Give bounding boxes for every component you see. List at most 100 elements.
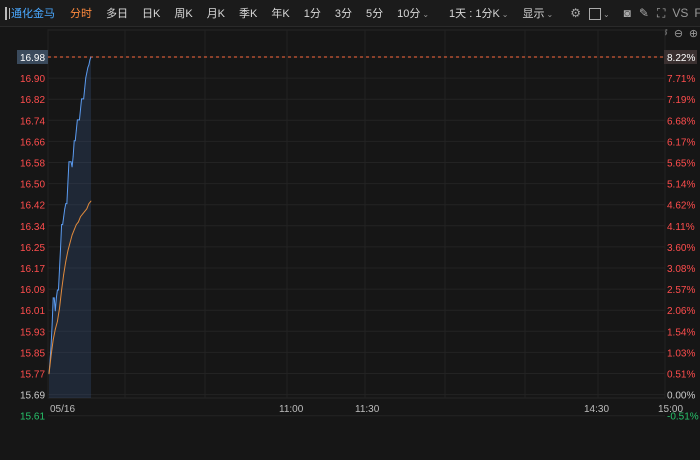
price-point xyxy=(70,161,72,163)
average-point xyxy=(71,234,73,236)
average-point xyxy=(75,224,77,225)
average-point xyxy=(59,307,60,309)
percent-tick-label: 0.00% xyxy=(667,391,695,402)
price-point xyxy=(79,119,80,121)
average-point xyxy=(57,321,58,322)
price-tick-label: 16.58 xyxy=(20,159,45,170)
price-point xyxy=(82,98,83,100)
price-tick-label: 15.61 xyxy=(20,412,45,423)
price-point xyxy=(51,323,53,325)
display-dropdown[interactable]: 显示 ⌄ xyxy=(516,5,561,21)
price-point xyxy=(54,310,56,312)
f10-button[interactable]: F10 xyxy=(691,6,700,20)
tab-yearly-k[interactable]: 年K xyxy=(264,5,296,21)
price-point xyxy=(78,119,79,121)
percent-tick-label: 5.14% xyxy=(667,180,695,191)
price-tick-label: 16.50 xyxy=(20,180,45,191)
percent-tick-label: 4.11% xyxy=(667,222,695,233)
price-point xyxy=(74,140,76,142)
intraday-chart[interactable]: 16.98 8.22% 16.90 7.71% 16.82 7.19% 16.74 6.68%… xyxy=(0,28,700,458)
price-tick-label: 15.77 xyxy=(20,370,45,381)
tab-daily-k[interactable]: 日K xyxy=(135,5,167,21)
layout-select[interactable]: ⌄ xyxy=(585,6,614,20)
percent-tick-label: 5.65% xyxy=(667,159,695,170)
average-point xyxy=(63,273,65,275)
percent-tick-label: 0.51% xyxy=(667,370,695,381)
camera-icon[interactable]: ◙ xyxy=(620,6,635,20)
price-tick-label: 16.17 xyxy=(20,264,45,275)
percent-tick-label: 6.68% xyxy=(667,116,695,127)
chevron-down-icon: ⌄ xyxy=(546,10,554,19)
price-point xyxy=(80,108,81,110)
price-point xyxy=(55,297,57,299)
price-point xyxy=(60,247,61,249)
average-point xyxy=(86,208,88,210)
tab-5min[interactable]: 5分 xyxy=(359,5,390,21)
price-tick-label: 16.90 xyxy=(20,74,45,85)
average-point xyxy=(88,203,90,205)
price-tick-label: 16.09 xyxy=(20,285,45,296)
average-point xyxy=(65,260,67,262)
average-point xyxy=(48,373,50,375)
panel-toggle-icon[interactable] xyxy=(5,6,10,20)
period-select-label: 1天 : 1分K xyxy=(449,8,500,20)
percent-tick-label: 4.62% xyxy=(667,201,695,212)
percent-tick-label: 7.19% xyxy=(667,95,695,106)
price-point xyxy=(62,224,64,225)
price-tick-label: 16.42 xyxy=(20,201,45,212)
percent-tick-label: 1.03% xyxy=(667,348,695,359)
average-point xyxy=(82,213,83,215)
tab-1min[interactable]: 1分 xyxy=(297,5,328,21)
chevron-down-icon: ⌄ xyxy=(602,10,610,19)
average-point xyxy=(84,211,86,212)
tab-3min[interactable]: 3分 xyxy=(328,5,359,21)
percent-tick-label: 2.57% xyxy=(667,285,695,296)
tab-monthly-k[interactable]: 月K xyxy=(200,5,232,21)
price-point xyxy=(87,67,89,68)
price-point xyxy=(83,98,85,100)
tab-intraday[interactable]: 分时 xyxy=(63,5,99,21)
price-point xyxy=(66,203,68,205)
square-icon xyxy=(588,7,601,20)
price-tick-label: 16.25 xyxy=(20,243,45,254)
tab-10min-dropdown[interactable]: 10分 ⌄ xyxy=(390,5,436,21)
tab-multi-day[interactable]: 多日 xyxy=(99,5,135,21)
price-point xyxy=(73,140,75,142)
draw-pen-icon[interactable]: ✎ xyxy=(635,6,653,20)
price-point xyxy=(59,268,60,270)
price-point xyxy=(67,182,69,184)
price-point xyxy=(57,289,58,291)
average-point xyxy=(61,289,62,291)
current-price-label: 16.98 xyxy=(20,53,45,64)
period-select[interactable]: 1天 : 1分K ⌄ xyxy=(442,5,515,21)
price-point xyxy=(58,289,59,291)
vs-compare-button[interactable]: VS xyxy=(669,6,691,20)
stock-name-button[interactable]: 通化金马 xyxy=(7,5,63,21)
average-point xyxy=(50,355,52,356)
tab-10min-label: 10分 xyxy=(397,8,421,20)
price-point xyxy=(53,297,55,299)
price-point xyxy=(89,59,91,61)
price-point xyxy=(50,344,52,346)
tab-weekly-k[interactable]: 周K xyxy=(167,5,199,21)
price-point xyxy=(90,56,92,58)
price-point xyxy=(63,216,65,218)
price-tick-label: 15.93 xyxy=(20,327,45,338)
fullscreen-icon[interactable]: ⛶ xyxy=(653,6,669,21)
x-tick-label: 14:30 xyxy=(584,404,609,415)
price-point xyxy=(64,208,66,210)
settings-gear-icon[interactable]: ⚙ xyxy=(566,6,585,20)
price-point xyxy=(85,77,87,79)
price-point xyxy=(81,98,82,100)
price-point xyxy=(68,161,70,163)
price-tick-label: 16.34 xyxy=(20,222,45,233)
price-tick-label: 16.01 xyxy=(20,306,45,317)
average-point xyxy=(90,200,92,202)
tab-quarterly-k[interactable]: 季K xyxy=(232,5,264,21)
x-tick-label: 05/16 xyxy=(50,404,75,415)
price-tick-label: 16.82 xyxy=(20,95,45,106)
price-point xyxy=(61,224,62,225)
plot-area xyxy=(47,29,666,399)
chevron-down-icon: ⌄ xyxy=(501,10,509,19)
price-point xyxy=(86,72,88,74)
